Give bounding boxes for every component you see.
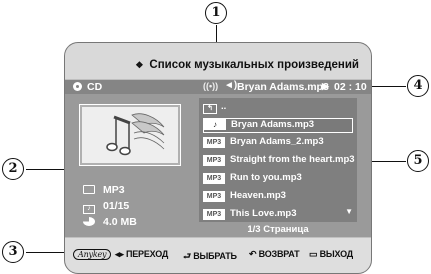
content-area: MP3 ♪ 01/15 4.0 MB ↰.. ♪ Bryan Adams.mp3 M…: [65, 94, 371, 237]
title-bar: ❖ Список музыкальных произведений: [65, 43, 371, 80]
exit-label: ВЫХОД: [319, 249, 354, 259]
button-guide-bar: Anykey ◂▸ ПЕРЕХОД ⮐ ВЫБРАТЬ ↶ ВОЗВРАТ ▭ …: [65, 237, 371, 273]
list-item-selected[interactable]: ♪ Bryan Adams.mp3: [203, 118, 353, 133]
exit-icon: ▭: [309, 249, 318, 259]
info-count: ♪ 01/15: [83, 200, 129, 214]
select-hint: ⮐ ВЫБРАТЬ: [183, 249, 237, 265]
list-item-label: Bryan Adams.mp3: [231, 119, 315, 130]
music-thumbnail: [79, 104, 181, 166]
disc-usage-icon: [83, 217, 95, 226]
exit-hint: ▭ ВЫХОД: [309, 249, 353, 260]
callout-1: 1: [205, 2, 227, 24]
elapsed-time: 02 : 10: [334, 81, 367, 93]
mp3-badge: MP3: [203, 209, 225, 220]
list-item-label: Heaven.mp3: [230, 190, 286, 201]
move-hint: ◂▸ ПЕРЕХОД: [115, 249, 168, 260]
music-notes-icon: [106, 113, 165, 156]
callout-5: 5: [407, 150, 429, 172]
note-icon: ♪: [83, 205, 95, 214]
parent-folder-label: ..: [221, 101, 227, 112]
disc-type: CD: [87, 81, 103, 93]
info-size: 4.0 MB: [83, 216, 137, 228]
callout-4: 4: [407, 75, 429, 97]
return-icon: ↶: [249, 249, 257, 259]
disc-icon: [73, 82, 82, 91]
music-list-screen: ❖ Список музыкальных произведений CD ((•)…: [64, 42, 372, 274]
list-item[interactable]: MP3 Bryan Adams_2.mp3: [203, 136, 353, 151]
anykey-label: Anykey: [73, 249, 112, 260]
callout-2: 2: [2, 158, 24, 180]
callout-3: 3: [2, 241, 24, 263]
parent-folder-item[interactable]: ↰..: [203, 101, 353, 116]
select-label: ВЫБРАТЬ: [193, 251, 237, 261]
current-track: Bryan Adams.mp3: [237, 81, 329, 93]
folder-icon: [83, 185, 95, 194]
list-item-label: Bryan Adams_2.mp3: [230, 136, 324, 147]
list-item[interactable]: MP3 This Love.mp3: [203, 208, 353, 223]
mp3-badge: MP3: [203, 155, 225, 166]
play-icon: ▶: [322, 81, 329, 91]
scroll-down-icon[interactable]: ▼: [345, 207, 353, 216]
info-type-label: MP3: [103, 184, 125, 196]
list-item[interactable]: MP3 Straight from the heart.mp3: [203, 154, 355, 169]
list-item[interactable]: MP3 Heaven.mp3: [203, 190, 353, 205]
file-list: ↰.. ♪ Bryan Adams.mp3 MP3 Bryan Adams_2.mp…: [199, 98, 357, 222]
list-item-label: Straight from the heart.mp3: [230, 154, 355, 165]
enter-icon: ⮐: [183, 251, 191, 261]
mp3-badge: MP3: [203, 191, 225, 202]
mp3-badge: MP3: [203, 173, 225, 184]
diamond-icon: ❖: [135, 60, 144, 70]
return-label: ВОЗВРАТ: [258, 249, 300, 259]
surround-icon: ((•)): [203, 81, 219, 91]
mp3-badge: MP3: [203, 137, 225, 148]
info-count-label: 01/15: [103, 200, 130, 212]
list-item[interactable]: MP3 Run to you.mp3: [203, 172, 353, 187]
return-hint: ↶ ВОЗВРАТ: [249, 249, 300, 260]
speaker-icon: ◄): [224, 80, 238, 91]
note-badge-icon: ♪: [204, 119, 226, 130]
info-size-label: 4.0 MB: [103, 216, 137, 228]
parent-folder-icon: ↰: [203, 104, 217, 114]
screen-title-label: Список музыкальных произведений: [149, 59, 359, 71]
move-arrows-icon: ◂▸: [115, 249, 124, 259]
list-item-label: Run to you.mp3: [230, 172, 302, 183]
page-indicator: 1/3 Страница: [247, 224, 309, 235]
screen-title: ❖ Список музыкальных произведений: [135, 59, 359, 71]
info-type: MP3: [83, 184, 125, 196]
anykey-button: Anykey: [73, 249, 112, 260]
list-item-label: This Love.mp3: [230, 208, 297, 219]
status-bar: CD ((•)) ◄) Bryan Adams.mp3 ▶ 02 : 10: [65, 80, 371, 94]
move-label: ПЕРЕХОД: [125, 249, 169, 259]
